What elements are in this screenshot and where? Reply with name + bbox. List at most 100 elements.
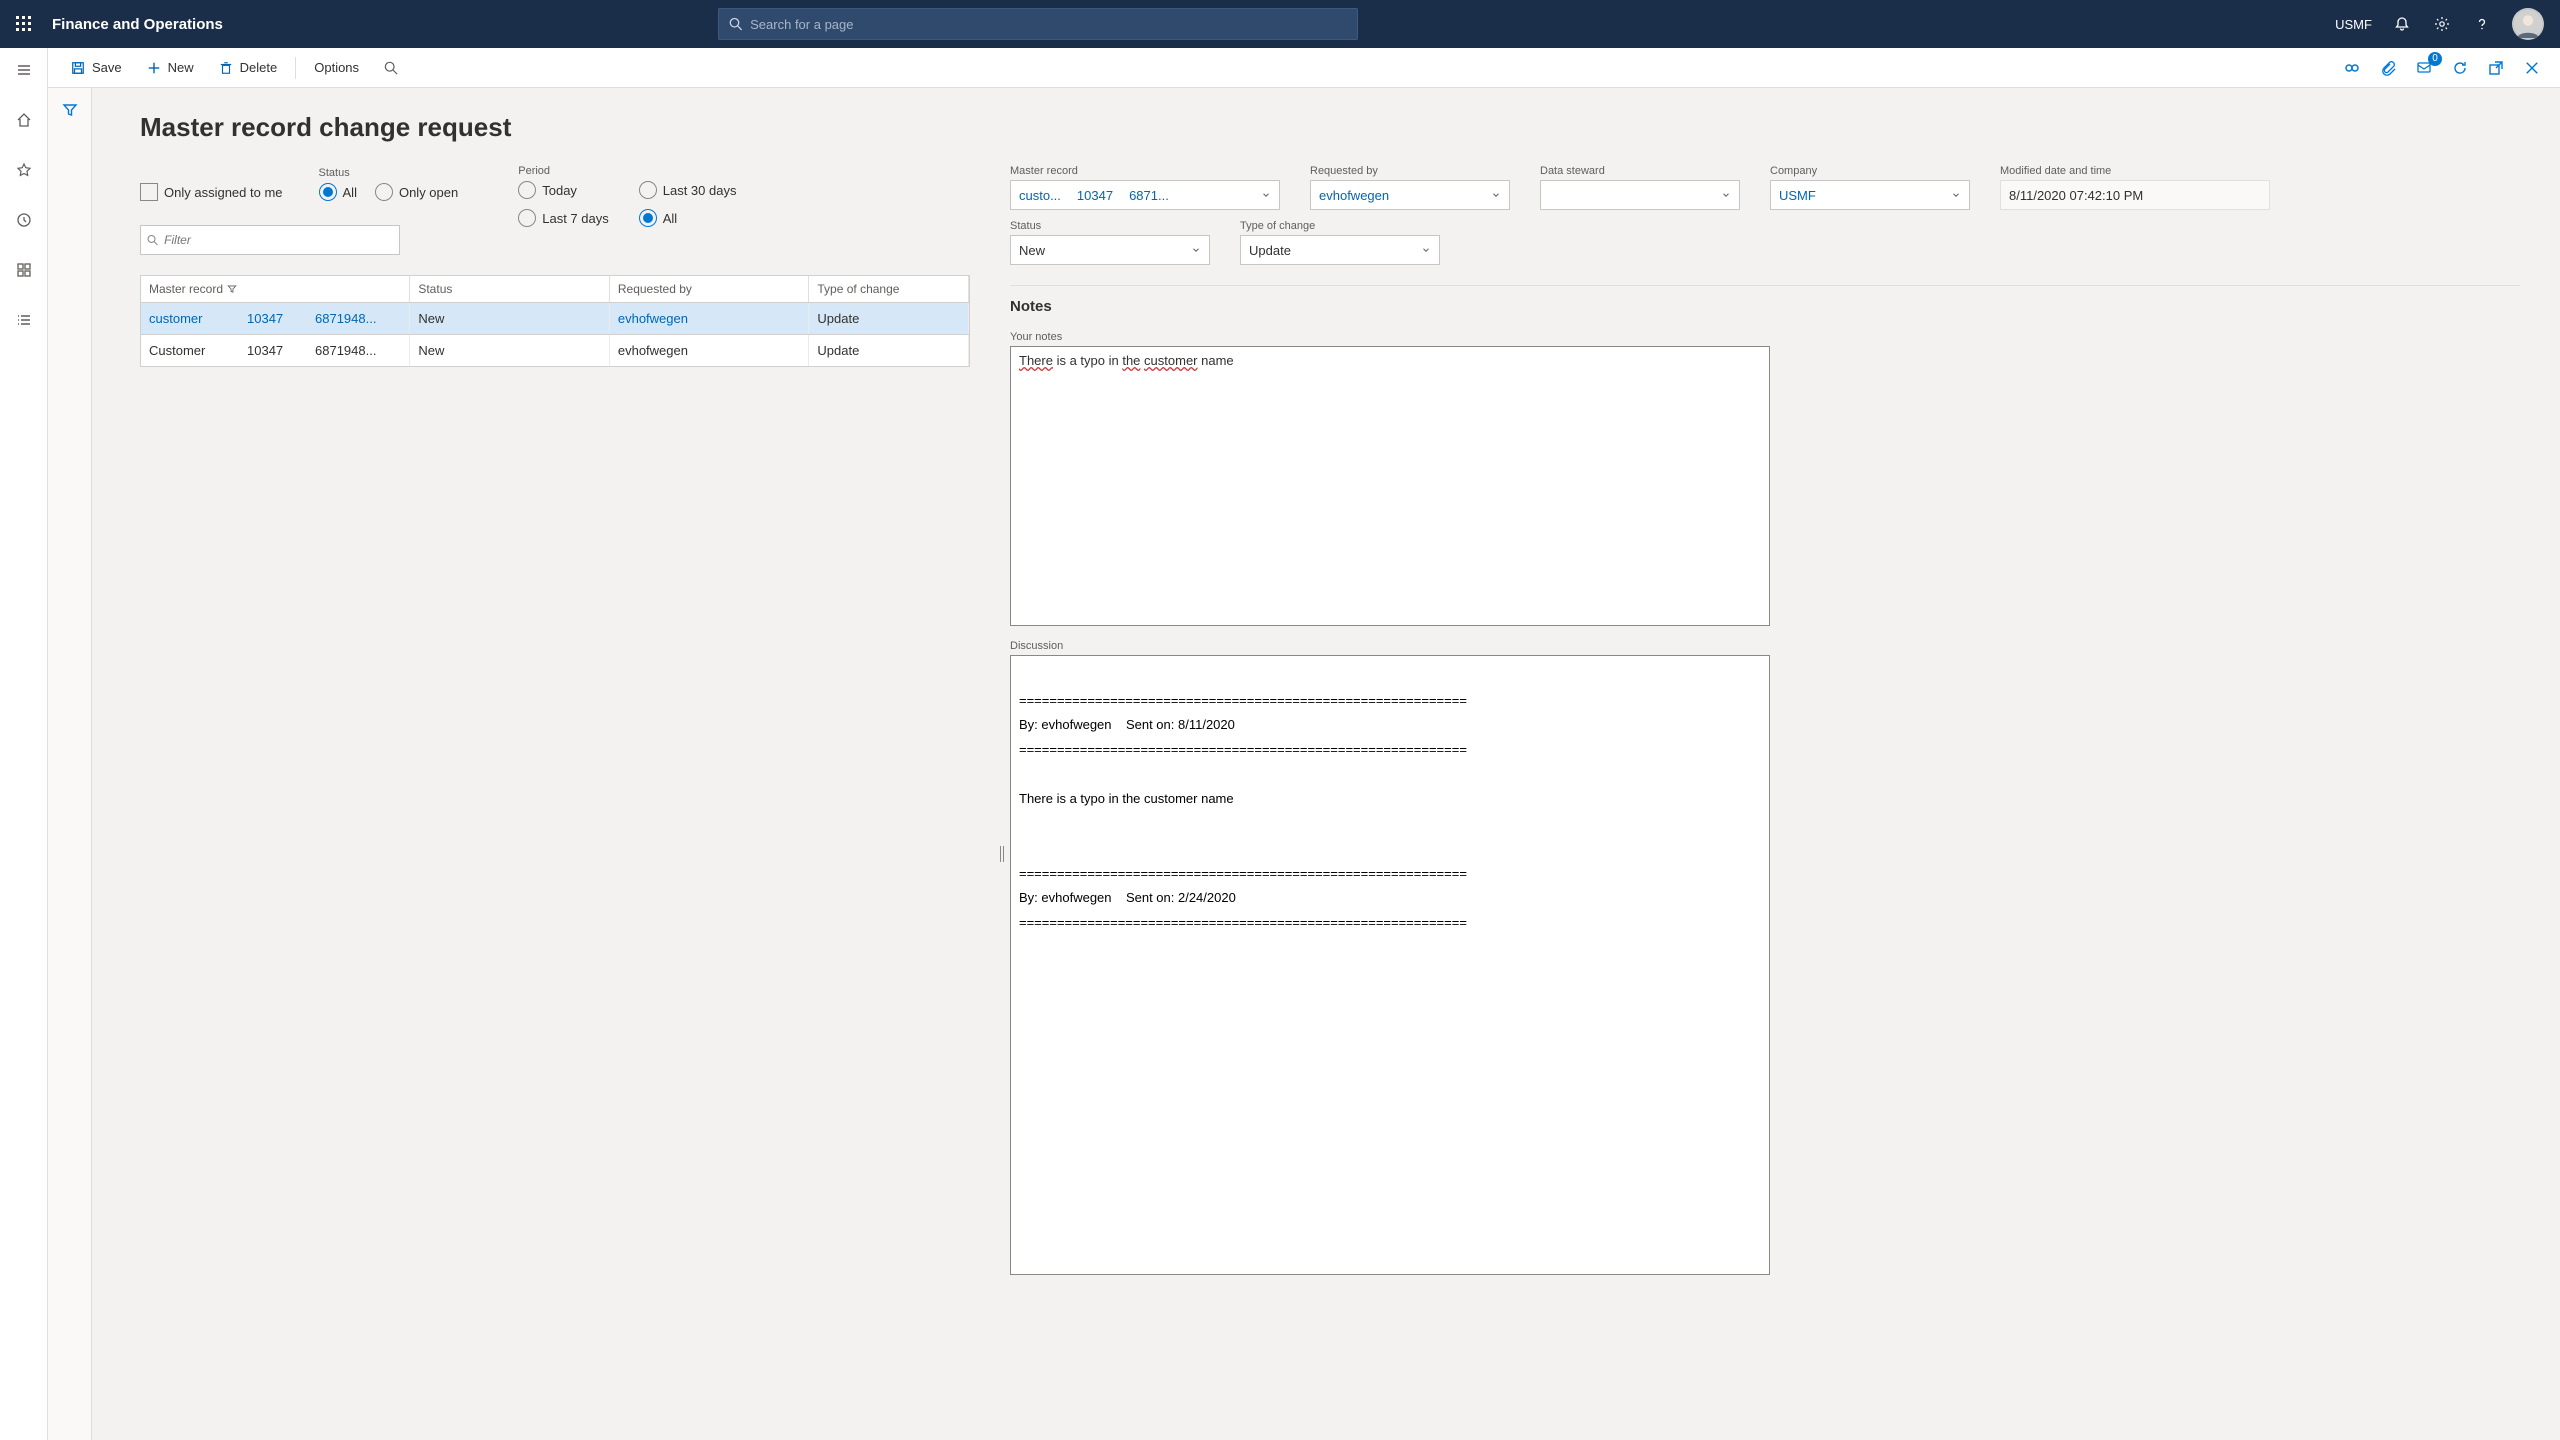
table-row[interactable]: customer103476871948...NewevhofwegenUpda… [140,303,970,335]
discussion-textarea[interactable] [1010,655,1770,1275]
help-icon[interactable] [2472,14,2492,34]
chevron-down-icon [1191,245,1201,255]
messages-icon[interactable]: 0 [2414,58,2434,78]
nav-workspaces[interactable] [8,254,40,286]
app-launcher-icon[interactable] [8,8,40,40]
chevron-down-icon [1261,190,1271,200]
data-steward-label: Data steward [1540,165,1740,177]
plus-icon [146,60,162,76]
search-icon [383,60,399,76]
filter-funnel-icon[interactable] [62,102,78,1440]
global-search-input[interactable] [750,17,1346,32]
grid-body: customer103476871948...NewevhofwegenUpda… [140,303,970,367]
detail-pane: Master record custo... 10347 6871... Req… [1010,165,2520,1275]
status-heading: Status [319,167,459,179]
radio-icon [518,209,536,227]
grid-filter-field[interactable] [164,233,393,247]
modified-field: 8/11/2020 07:42:10 PM [2000,180,2270,210]
search-icon [729,17,743,31]
delete-button[interactable]: Delete [208,54,288,82]
grid-filter-input[interactable] [140,225,400,255]
radio-icon [639,181,657,199]
attach-icon[interactable] [2378,58,2398,78]
chevron-down-icon [1721,190,1731,200]
period-all-radio[interactable]: All [639,209,737,227]
master-record-label: Master record [1010,165,1280,177]
pane-splitter[interactable] [998,840,1006,868]
notes-section-title[interactable]: Notes [1010,285,2520,323]
nav-home[interactable] [8,104,40,136]
radio-icon [639,209,657,227]
radio-icon [319,183,337,201]
notifications-icon[interactable] [2392,14,2412,34]
messages-badge: 0 [2428,52,2442,66]
status-dropdown[interactable]: New [1010,235,1210,265]
requested-by-lookup[interactable]: evhofwegen [1310,180,1510,210]
checkbox-icon [140,183,158,201]
page-title: Master record change request [140,112,2520,143]
close-icon[interactable] [2522,58,2542,78]
options-button[interactable]: Options [304,54,369,81]
cell-status: New [410,303,610,334]
grid-header: Master record Status Requested by Type o… [140,275,970,303]
table-row[interactable]: Customer103476871948...NewevhofwegenUpda… [140,335,970,367]
col-type-of-change[interactable]: Type of change [809,276,969,302]
radio-icon [375,183,393,201]
nav-rail [0,48,48,1440]
nav-modules[interactable] [8,304,40,336]
cell-requested-by: evhofwegen [610,335,810,366]
new-button[interactable]: New [136,54,204,82]
cell-type: Update [809,303,969,334]
global-search[interactable] [718,8,1358,40]
results-grid: Master record Status Requested by Type o… [140,275,970,367]
period-last7-radio[interactable]: Last 7 days [518,209,609,227]
main-content: Master record change request Only assign… [92,88,2560,1440]
save-button[interactable]: Save [60,54,132,82]
nav-favorites[interactable] [8,154,40,186]
cell-master: Customer103476871948... [141,335,410,366]
col-status[interactable]: Status [410,276,610,302]
type-of-change-dropdown[interactable]: Update [1240,235,1440,265]
filter-strip [48,88,92,1440]
find-button[interactable] [373,54,409,82]
nav-hamburger[interactable] [8,54,40,86]
status-open-radio[interactable]: Only open [375,183,458,201]
only-assigned-checkbox[interactable]: Only assigned to me [140,183,283,201]
status-all-radio[interactable]: All [319,183,357,201]
app-title: Finance and Operations [52,16,223,33]
your-notes-textarea[interactable]: There is a typo in the customer name [1010,346,1770,626]
chevron-down-icon [1491,190,1501,200]
cell-status: New [410,335,610,366]
refresh-icon[interactable] [2450,58,2470,78]
popout-icon[interactable] [2486,58,2506,78]
trash-icon [218,60,234,76]
period-today-radio[interactable]: Today [518,181,609,199]
settings-icon[interactable] [2432,14,2452,34]
data-steward-lookup[interactable] [1540,180,1740,210]
requested-by-label: Requested by [1310,165,1510,177]
cell-type: Update [809,335,969,366]
divider [295,57,296,79]
top-header: Finance and Operations USMF [0,0,2560,48]
chevron-down-icon [1951,190,1961,200]
filter-icon [227,284,237,294]
link-icon[interactable] [2342,58,2362,78]
company-indicator[interactable]: USMF [2335,17,2372,32]
period-last30-radio[interactable]: Last 30 days [639,181,737,199]
cell-master: customer103476871948... [141,303,410,334]
status-label: Status [1010,220,1210,232]
chevron-down-icon [1421,245,1431,255]
radio-icon [518,181,536,199]
company-lookup[interactable]: USMF [1770,180,1970,210]
period-heading: Period [518,165,736,177]
col-requested-by[interactable]: Requested by [610,276,810,302]
left-pane: Only assigned to me Status All [140,165,970,367]
nav-recent[interactable] [8,204,40,236]
type-of-change-label: Type of change [1240,220,1440,232]
cell-requested-by: evhofwegen [610,303,810,334]
action-bar: Save New Delete Options 0 [0,48,2560,88]
col-master-record[interactable]: Master record [141,276,410,302]
your-notes-label: Your notes [1010,331,2520,343]
user-avatar[interactable] [2512,8,2544,40]
master-record-lookup[interactable]: custo... 10347 6871... [1010,180,1280,210]
